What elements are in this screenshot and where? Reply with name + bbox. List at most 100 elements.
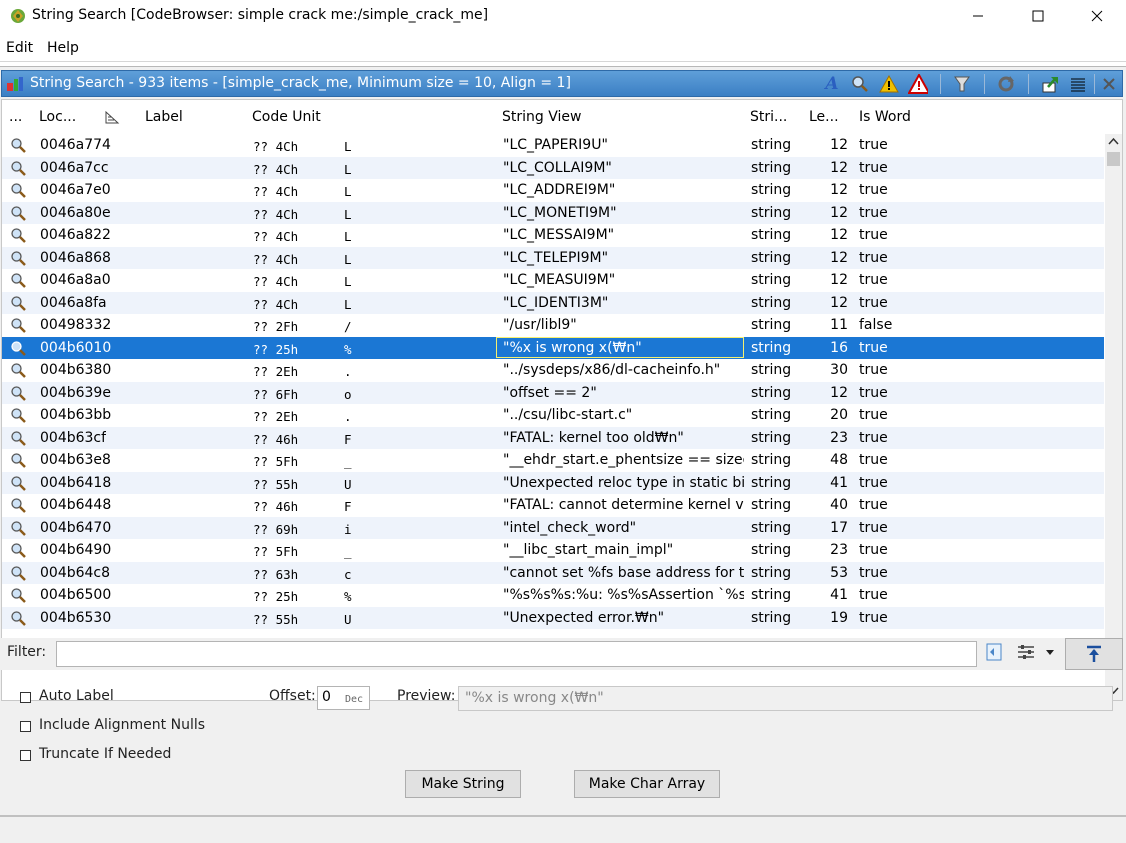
- string-type-cell: string: [751, 564, 792, 581]
- auto-label-checkbox[interactable]: [20, 692, 31, 703]
- include-alignment-nulls-checkbox[interactable]: [20, 721, 31, 732]
- preview-field: "%x is wrong x(₩n": [458, 686, 1113, 711]
- offset-field[interactable]: 0 Dec: [317, 686, 370, 710]
- filter-button[interactable]: [952, 74, 972, 94]
- filter-settings-button[interactable]: [1016, 642, 1056, 664]
- make-string-button[interactable]: Make String: [405, 770, 521, 798]
- code-unit-cell: ?? 2Eh: [253, 409, 299, 424]
- vertical-scrollbar[interactable]: [1105, 134, 1122, 700]
- length-cell: 30: [830, 362, 848, 378]
- table-row[interactable]: 004b6418 ?? 55h U "Unexpected reloc type in…: [2, 471, 1104, 494]
- search-icon: [11, 520, 26, 536]
- string-type-cell: string: [751, 227, 792, 243]
- column-header-length[interactable]: Le...: [809, 109, 839, 125]
- search-icon: [11, 475, 26, 491]
- warning-button[interactable]: [879, 74, 899, 94]
- table-row[interactable]: 004b639e ?? 6Fh o "offset == 2" string 12 true: [2, 381, 1104, 404]
- column-header-code-unit[interactable]: Code Unit: [252, 109, 321, 125]
- string-view-cell: "LC_MONETI9M": [503, 204, 617, 221]
- code-unit-cell: ?? 2Eh: [253, 364, 299, 379]
- table-row[interactable]: 004b6470 ?? 69h i "intel_check_word" string 1…: [2, 516, 1104, 539]
- string-view-cell: "%s%s%s:%u: %s%sAssertion `%s...: [503, 587, 744, 603]
- search-button[interactable]: [850, 74, 870, 94]
- char-cell: .: [344, 364, 352, 379]
- table-row[interactable]: 0046a7cc ?? 4Ch L "LC_COLLAI9M" string 12 true: [2, 156, 1104, 179]
- table-row[interactable]: 0046a8fa ?? 4Ch L "LC_IDENTI3M" string 12 true: [2, 291, 1104, 314]
- length-cell: 12: [830, 204, 848, 221]
- column-header-label[interactable]: Label: [145, 109, 183, 125]
- font-button[interactable]: A: [822, 74, 842, 94]
- column-header-location[interactable]: Loc...: [39, 109, 76, 125]
- sort-icon[interactable]: [104, 110, 120, 124]
- close-panel-button[interactable]: [1099, 74, 1119, 94]
- make-char-array-button[interactable]: Make Char Array: [574, 770, 720, 798]
- scroll-up-icon[interactable]: [1108, 137, 1119, 145]
- string-type-cell: string: [751, 137, 792, 153]
- menu-help[interactable]: Help: [47, 40, 79, 56]
- table-row[interactable]: 004b6448 ?? 46h F "FATAL: cannot determine …: [2, 494, 1104, 517]
- table-row[interactable]: 004b6500 ?? 25h% "%s%s%s:%u: %s%sAssertion…: [2, 584, 1104, 607]
- char-cell: %: [344, 341, 352, 357]
- char-cell: o: [344, 386, 352, 402]
- table-row[interactable]: 0046a774 ?? 4Ch L "LC_PAPERI9U" string 12 true: [2, 134, 1104, 157]
- length-cell: 41: [830, 587, 848, 603]
- table-row[interactable]: 004b6380 ?? 2Eh. "../sysdeps/x86/dl-cachei…: [2, 359, 1104, 382]
- char-cell: L: [344, 139, 352, 154]
- refresh-button[interactable]: [996, 74, 1016, 94]
- menu-button[interactable]: [1068, 74, 1088, 94]
- table-row[interactable]: 004b6010 ?? 25h% "%x is wrong x(₩n" string 1…: [2, 336, 1104, 359]
- scroll-to-top-button[interactable]: [1065, 638, 1123, 670]
- code-unit-cell: ?? 25h: [253, 341, 299, 357]
- code-unit-cell: ?? 4Ch: [253, 251, 299, 267]
- char-cell: c: [344, 566, 352, 582]
- length-cell: 12: [830, 182, 848, 198]
- is-word-cell: true: [859, 474, 888, 491]
- table-row[interactable]: 004b6530 ?? 55h U "Unexpected error.₩n" stri…: [2, 606, 1104, 629]
- column-header-is-word[interactable]: Is Word: [859, 109, 911, 125]
- menu-icon: [1071, 78, 1085, 92]
- table-row[interactable]: 0046a868 ?? 4Ch L "LC_TELEPI9M" string 12 true: [2, 246, 1104, 269]
- arrow-up-to-top-icon: [1087, 645, 1101, 662]
- column-header-icon[interactable]: ...: [9, 109, 22, 125]
- strings-table: ... Loc... Label Code Unit String View S…: [1, 99, 1123, 701]
- is-word-cell: true: [859, 519, 888, 536]
- table-row[interactable]: 004b63cf ?? 46h F "FATAL: kernel too old₩n"…: [2, 426, 1104, 449]
- table-row[interactable]: 0046a822 ?? 4Ch L "LC_MESSAI9M" string 12 true: [2, 224, 1104, 247]
- truncate-if-needed-checkbox[interactable]: [20, 750, 31, 761]
- column-header-string-type[interactable]: Stri...: [750, 109, 787, 125]
- warning-outline-button[interactable]: [908, 74, 928, 94]
- table-row[interactable]: 0046a8a0 ?? 4Ch L "LC_MEASUI9M" string 12 true: [2, 269, 1104, 292]
- code-unit-cell: ?? 69h: [253, 521, 299, 537]
- string-view-cell: "FATAL: cannot determine kernel v...: [503, 497, 744, 513]
- column-header-string-view[interactable]: String View: [502, 109, 581, 125]
- is-word-cell: true: [859, 429, 888, 446]
- filter-options-button[interactable]: [984, 642, 1006, 664]
- length-cell: 12: [830, 272, 848, 288]
- filter-input[interactable]: [56, 641, 977, 667]
- close-window-button[interactable]: [1074, 0, 1120, 32]
- length-cell: 23: [830, 429, 848, 446]
- table-row[interactable]: 00498332 ?? 2Fh / "/usr/libl9" string 11 false: [2, 314, 1104, 337]
- length-cell: 19: [830, 609, 848, 626]
- table-row[interactable]: 0046a80e ?? 4Ch L "LC_MONETI9M" string 12 true: [2, 201, 1104, 224]
- location-cell: 004b6418: [40, 474, 112, 491]
- table-row[interactable]: 0046a7e0 ?? 4Ch L "LC_ADDREI9M" string 12 true: [2, 179, 1104, 202]
- scrollbar-thumb[interactable]: [1107, 152, 1120, 166]
- table-row[interactable]: 004b63bb ?? 2Eh. "../csu/libc-start.c" stri…: [2, 404, 1104, 427]
- ghidra-logo-icon: [11, 9, 25, 23]
- location-cell: 0046a822: [40, 227, 111, 243]
- string-view-cell: "intel_check_word": [503, 519, 637, 536]
- minimize-button[interactable]: [955, 0, 1001, 32]
- string-view-cell: "Unexpected error.₩n": [503, 609, 665, 626]
- export-button[interactable]: [1040, 74, 1060, 94]
- table-row[interactable]: 004b6490 ?? 5Fh _ "__libc_start_main_impl" s…: [2, 539, 1104, 562]
- string-view-cell: "LC_MEASUI9M": [503, 272, 616, 288]
- table-row[interactable]: 004b63e8 ?? 5Fh _ "__ehdr_start.e_phentsize…: [2, 449, 1104, 472]
- table-row[interactable]: 004b64c8 ?? 63h c "cannot set %fs base addr…: [2, 561, 1104, 584]
- string-type-cell: string: [751, 407, 792, 423]
- maximize-icon: [1032, 10, 1044, 22]
- maximize-button[interactable]: [1015, 0, 1061, 32]
- search-icon: [11, 453, 26, 468]
- location-cell: 004b63bb: [40, 407, 112, 423]
- menu-edit[interactable]: Edit: [6, 40, 33, 56]
